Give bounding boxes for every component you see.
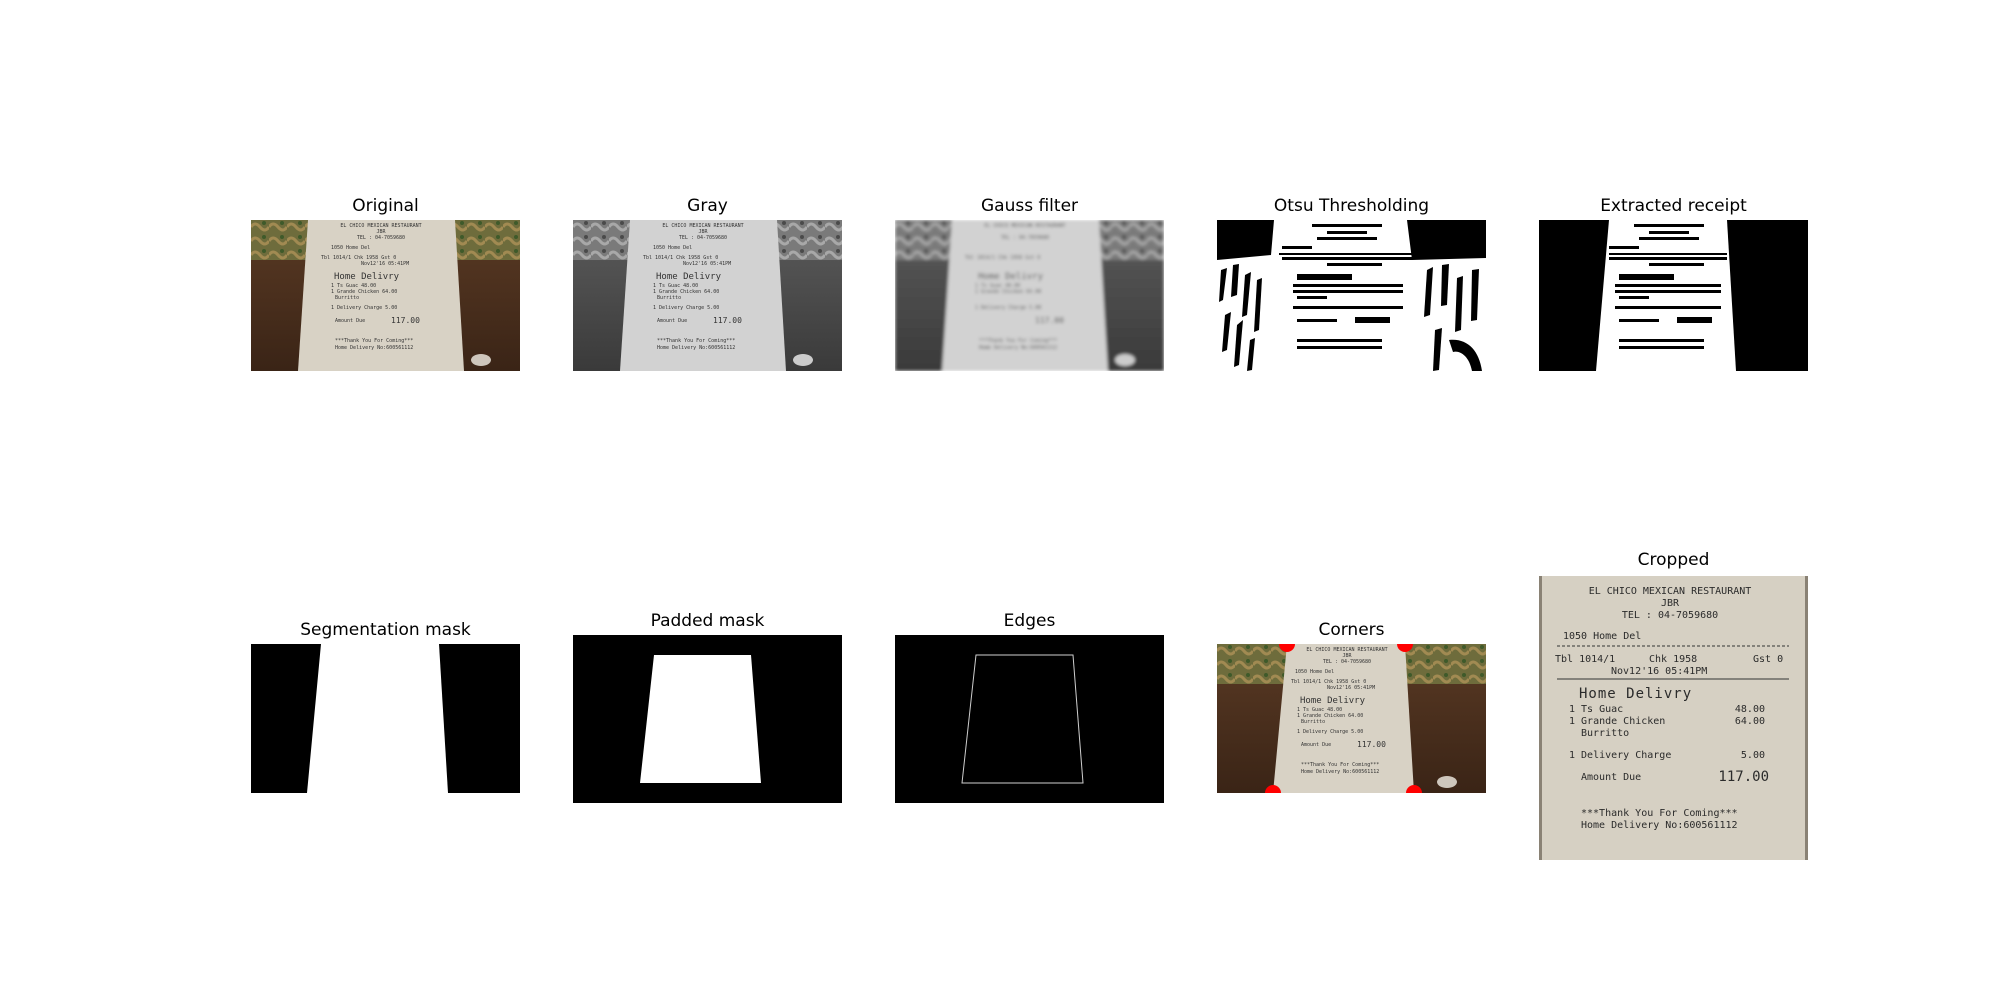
svg-text:Home Delivry: Home Delivry	[1300, 696, 1366, 706]
edges-image	[895, 635, 1164, 803]
svg-text:Amount Due: Amount Due	[1301, 742, 1331, 748]
receipt-amount-value: 117.00	[1718, 769, 1769, 785]
svg-text:1 Delivery Charge 5.00: 1 Delivery Charge 5.00	[1297, 729, 1363, 735]
panel-title-padded: Padded mask	[650, 611, 765, 631]
svg-text:1050 Home Del: 1050 Home Del	[1295, 669, 1334, 675]
svg-text:117.00: 117.00	[1357, 740, 1386, 749]
receipt-charge-name: 1 Delivery Charge	[1569, 750, 1671, 761]
panel-title-gray: Gray	[687, 196, 728, 216]
svg-text:EL CHICO MEXICAN RESTAURANT: EL CHICO MEXICAN RESTAURANT	[984, 223, 1065, 229]
svg-text:Burritto: Burritto	[1301, 719, 1325, 725]
svg-text:Home Delivery No:600561112: Home Delivery No:600561112	[335, 345, 413, 351]
svg-text:1050 Home Del: 1050 Home Del	[331, 245, 370, 251]
padded-image	[573, 635, 842, 803]
svg-text:TEL : 04-7059680: TEL : 04-7059680	[1001, 235, 1049, 241]
receipt-charge-price: 5.00	[1741, 750, 1765, 761]
svg-text:***Thank You For Coming***: ***Thank You For Coming***	[1301, 762, 1379, 768]
receipt-restaurant: EL CHICO MEXICAN RESTAURANT	[1589, 586, 1752, 597]
svg-text:TEL : 04-7059680: TEL : 04-7059680	[679, 235, 727, 241]
svg-text:TEL : 04-7059680: TEL : 04-7059680	[357, 235, 405, 241]
svg-text:***Thank You For Coming***: ***Thank You For Coming***	[979, 338, 1057, 344]
original-image: EL CHICO MEXICAN RESTAURANT JBR TEL : 04…	[251, 220, 520, 371]
receipt-check: Chk 1958	[1649, 654, 1697, 665]
svg-text:1 Delivery Charge 5.00: 1 Delivery Charge 5.00	[653, 305, 719, 311]
receipt-table: Tbl 1014/1	[1555, 654, 1615, 665]
panel-title-cropped: Cropped	[1637, 550, 1710, 570]
receipt-item1-price: 48.00	[1735, 704, 1765, 715]
corners-image: EL CHICO MEXICAN RESTAURANT JBR TEL : 04…	[1217, 644, 1486, 793]
svg-text:Amount Due: Amount Due	[335, 318, 365, 324]
panel-extracted: Extracted receipt	[1539, 196, 1808, 371]
panel-cropped: Cropped EL CHICO MEXICAN RESTAURANT JBR …	[1539, 550, 1808, 862]
svg-text:Home Delivry: Home Delivry	[978, 272, 1044, 282]
gauss-image: EL CHICO MEXICAN RESTAURANT TEL : 04-705…	[895, 220, 1164, 371]
panel-title-segmentation: Segmentation mask	[300, 620, 471, 640]
svg-text:Nov12'16 05:41PM: Nov12'16 05:41PM	[361, 261, 409, 267]
svg-text:117.00: 117.00	[391, 316, 420, 325]
svg-text:Burritto: Burritto	[657, 295, 681, 301]
panel-segmentation: Segmentation mask	[251, 620, 520, 793]
svg-text:Home Delivery No:600561112: Home Delivery No:600561112	[1301, 769, 1379, 775]
panel-edges: Edges	[895, 611, 1164, 803]
receipt-location: JBR	[1661, 598, 1680, 609]
svg-text:1 Grande Chicken 64.00: 1 Grande Chicken 64.00	[975, 289, 1041, 295]
panel-title-extracted: Extracted receipt	[1600, 196, 1747, 216]
panel-gray: Gray EL CHICO MEXICAN RESTAURANT JBR TEL…	[573, 196, 842, 371]
receipt-item1-name: 1 Ts Guac	[1569, 704, 1623, 715]
segmentation-image	[251, 644, 520, 793]
receipt-delivery-no: Home Delivery No:600561112	[1581, 820, 1738, 831]
receipt-amount-label: Amount Due	[1581, 772, 1641, 783]
cropped-image: EL CHICO MEXICAN RESTAURANT JBR TEL : 04…	[1539, 576, 1808, 860]
panel-original: Original EL CHICO MEXICAN RESTAURANT JBR…	[251, 196, 520, 371]
panel-title-gauss: Gauss filter	[980, 196, 1079, 216]
gray-image: EL CHICO MEXICAN RESTAURANT JBR TEL : 04…	[573, 220, 842, 371]
svg-text:Tbl 1014/1 Chk 1958 Gst: Tbl 1014/1 Chk 1958 Gst 0	[965, 255, 1040, 261]
svg-text:Nov12'16 05:41PM: Nov12'16 05:41PM	[1327, 685, 1375, 691]
otsu-image	[1217, 220, 1486, 371]
panel-padded: Padded mask	[573, 611, 842, 803]
panel-otsu: Otsu Thresholding	[1217, 196, 1486, 371]
svg-text:Burritto: Burritto	[335, 295, 359, 301]
panel-title-corners: Corners	[1318, 620, 1385, 640]
panel-title-edges: Edges	[1003, 611, 1056, 631]
svg-text:Nov12'16 05:41PM: Nov12'16 05:41PM	[683, 261, 731, 267]
svg-text:TEL : 04-7059680: TEL : 04-7059680	[1323, 659, 1371, 665]
receipt-heading: Home Delivry	[1579, 686, 1692, 702]
svg-text:117.00: 117.00	[1035, 316, 1064, 325]
svg-text:***Thank You For Coming***: ***Thank You For Coming***	[335, 338, 413, 344]
panel-title-original: Original	[352, 196, 419, 216]
svg-text:Home Delivery No:600561112: Home Delivery No:600561112	[979, 345, 1057, 351]
receipt-order-type: 1050 Home Del	[1563, 631, 1641, 642]
svg-text:Amount Due: Amount Due	[657, 318, 687, 324]
receipt-item2-price: 64.00	[1735, 716, 1765, 727]
svg-text:Home Delivry: Home Delivry	[334, 272, 400, 282]
panel-gauss: Gauss filter EL CHICO MEXICAN RESTAURANT…	[895, 196, 1164, 371]
panel-title-otsu: Otsu Thresholding	[1273, 196, 1430, 216]
svg-text:1 Delivery Charge 5.00: 1 Delivery Charge 5.00	[331, 305, 397, 311]
receipt-item2-name-cont: Burritto	[1581, 728, 1629, 739]
receipt-item2-name: 1 Grande Chicken	[1569, 716, 1665, 727]
svg-text:117.00: 117.00	[713, 316, 742, 325]
receipt-thanks: ***Thank You For Coming***	[1581, 808, 1738, 819]
receipt-tel: TEL : 04-7059680	[1622, 610, 1718, 621]
receipt-datetime: Nov12'16 05:41PM	[1611, 666, 1707, 677]
panel-corners: Corners EL CHICO MEXICAN RESTAURANT JBR …	[1217, 620, 1486, 793]
svg-text:Home Delivery No:600561112: Home Delivery No:600561112	[657, 345, 735, 351]
svg-text:1 Delivery Charge 5.00: 1 Delivery Charge 5.00	[975, 305, 1041, 311]
svg-text:Home Delivry: Home Delivry	[656, 272, 722, 282]
svg-text:***Thank You For Coming***: ***Thank You For Coming***	[657, 338, 735, 344]
extracted-image	[1539, 220, 1808, 371]
svg-text:1050 Home Del: 1050 Home Del	[653, 245, 692, 251]
receipt-guests: Gst 0	[1753, 654, 1783, 665]
